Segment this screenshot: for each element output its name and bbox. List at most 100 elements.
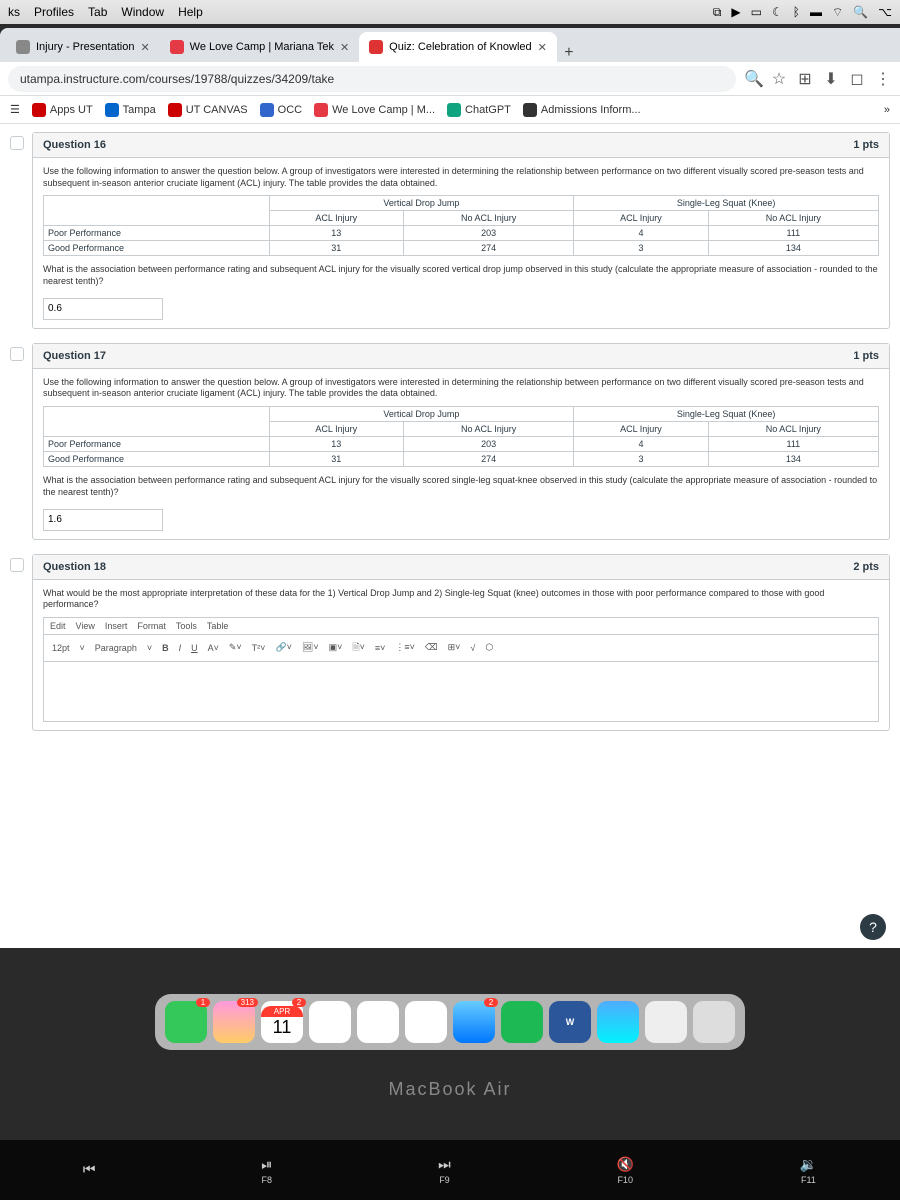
help-button[interactable]: ? — [860, 914, 886, 940]
profile-icon[interactable]: ◻ — [848, 69, 866, 89]
menu-item[interactable]: Profiles — [34, 5, 74, 19]
freeform-app[interactable] — [405, 1001, 447, 1043]
play-icon[interactable]: ▶ — [731, 5, 740, 19]
search-icon[interactable]: 🔍 — [853, 5, 868, 19]
paragraph-select[interactable]: Paragraph — [93, 642, 139, 654]
photos-app[interactable]: 313 — [213, 1001, 255, 1043]
calendar-day: 11 — [273, 1017, 292, 1038]
calendar-app[interactable]: APR 11 2 — [261, 1001, 303, 1043]
battery-icon[interactable]: ▭ — [751, 5, 762, 19]
browser-tab[interactable]: We Love Camp | Mariana Tek ✕ — [160, 32, 360, 62]
italic-button[interactable]: I — [177, 642, 184, 654]
bold-button[interactable]: B — [160, 642, 171, 654]
rce-menu-format[interactable]: Format — [137, 621, 166, 631]
rce-menu-tools[interactable]: Tools — [176, 621, 197, 631]
table-cell: 4 — [574, 437, 708, 452]
bookmark[interactable]: Apps UT — [32, 103, 93, 117]
wifi-icon[interactable]: ⌔ — [832, 5, 843, 20]
word-app[interactable]: W — [549, 1001, 591, 1043]
rce-menu-edit[interactable]: Edit — [50, 621, 66, 631]
notes-app[interactable] — [357, 1001, 399, 1043]
close-icon[interactable]: ✕ — [538, 41, 547, 54]
bookmark-label: Apps UT — [50, 104, 93, 116]
play-pause-key[interactable]: ⏯F8 — [261, 1156, 272, 1185]
close-icon[interactable]: ✕ — [340, 41, 349, 54]
bookmark[interactable]: We Love Camp | M... — [314, 103, 435, 117]
safari-app[interactable]: 2 — [453, 1001, 495, 1043]
reading-list-icon[interactable]: ☰ — [10, 103, 20, 116]
rce-menu-table[interactable]: Table — [207, 621, 229, 631]
close-icon[interactable]: ✕ — [140, 41, 149, 54]
bookmark[interactable]: Admissions Inform... — [523, 103, 641, 117]
bookmark[interactable]: ChatGPT — [447, 103, 511, 117]
highlight-button[interactable]: ✎˅ — [227, 641, 244, 654]
chrome-window: Injury - Presentation ✕ We Love Camp | M… — [0, 28, 900, 948]
question-16: Question 16 1 pts Use the following info… — [32, 132, 890, 329]
font-size-select[interactable]: 12pt — [50, 642, 72, 654]
link-button[interactable]: 🔗˅ — [273, 641, 293, 654]
display-icon[interactable]: ▬ — [810, 5, 822, 19]
volume-down-key[interactable]: 🔉F11 — [800, 1156, 817, 1185]
screen-share-icon[interactable]: ⧉ — [713, 5, 722, 20]
facetime-app[interactable]: 1 — [165, 1001, 207, 1043]
table-header: No ACL Injury — [708, 211, 878, 226]
next-track-key[interactable]: ⏭F9 — [438, 1156, 451, 1185]
bookmarks-bar: ☰ Apps UT Tampa UT CANVAS OCC We Love Ca… — [0, 96, 900, 124]
flag-question-icon[interactable] — [10, 347, 24, 361]
finder-app[interactable] — [645, 1001, 687, 1043]
menu-item[interactable]: Tab — [88, 5, 107, 19]
key-symbol: ⏮ — [83, 1161, 96, 1178]
browser-tab-active[interactable]: Quiz: Celebration of Knowled ✕ — [359, 32, 557, 62]
browser-tab[interactable]: Injury - Presentation ✕ — [6, 32, 160, 62]
mute-key[interactable]: 🔇F10 — [616, 1156, 633, 1185]
clear-format-button[interactable]: ⌫ — [423, 641, 440, 654]
embed-button[interactable]: ⬡ — [483, 641, 495, 654]
table-cell: 13 — [269, 226, 403, 241]
bookmarks-overflow[interactable]: » — [884, 104, 890, 116]
list-button[interactable]: ⋮≡˅ — [393, 641, 417, 654]
flag-question-icon[interactable] — [10, 558, 24, 572]
flag-question-icon[interactable] — [10, 136, 24, 150]
rce-menu-insert[interactable]: Insert — [105, 621, 128, 631]
answer-input[interactable] — [43, 509, 163, 531]
rich-text-editor[interactable] — [43, 662, 879, 722]
moon-icon[interactable]: ☾ — [772, 5, 783, 19]
underline-button[interactable]: U — [189, 642, 200, 654]
spotify-app[interactable] — [501, 1001, 543, 1043]
address-bar[interactable]: utampa.instructure.com/courses/19788/qui… — [8, 66, 736, 92]
search-icon[interactable]: 🔍 — [744, 69, 762, 89]
control-center-icon[interactable]: ⌥ — [878, 5, 892, 19]
rce-menu-view[interactable]: View — [76, 621, 95, 631]
menu-item[interactable]: ks — [8, 5, 20, 19]
indent-button[interactable]: ≡˅ — [373, 642, 388, 654]
table-button[interactable]: ⊞˅ — [446, 641, 463, 654]
trash-icon[interactable] — [693, 1001, 735, 1043]
bluetooth-icon[interactable]: ᛒ — [793, 5, 800, 19]
text-color-button[interactable]: A˅ — [206, 642, 221, 654]
equation-button[interactable]: √ — [468, 642, 477, 654]
bookmark[interactable]: Tampa — [105, 103, 156, 117]
answer-input[interactable] — [43, 298, 163, 320]
extensions-icon[interactable]: ⊞ — [796, 69, 814, 89]
menu-icon[interactable]: ⋮ — [874, 69, 892, 89]
bookmark[interactable]: UT CANVAS — [168, 103, 248, 117]
table-cell: 3 — [574, 452, 708, 467]
menu-item[interactable]: Help — [178, 5, 203, 19]
bookmark-label: UT CANVAS — [186, 104, 248, 116]
new-tab-button[interactable]: + — [557, 44, 581, 62]
table-header: ACL Injury — [269, 422, 403, 437]
bookmark[interactable]: OCC — [260, 103, 302, 117]
table-cell: 134 — [708, 241, 878, 256]
prev-track-key[interactable]: ⏮ — [83, 1161, 96, 1180]
superscript-button[interactable]: T²˅ — [250, 642, 268, 654]
media-button[interactable]: ▣˅ — [327, 641, 345, 654]
question-17: Question 17 1 pts Use the following info… — [32, 343, 890, 540]
reminders-app[interactable] — [309, 1001, 351, 1043]
mail-app[interactable] — [597, 1001, 639, 1043]
document-button[interactable]: 🗎˅ — [350, 639, 367, 657]
question-prompt: What is the association between performa… — [43, 264, 879, 287]
download-icon[interactable]: ⬇ — [822, 69, 840, 89]
star-icon[interactable]: ☆ — [770, 69, 788, 89]
menu-item[interactable]: Window — [121, 5, 164, 19]
image-button[interactable]: 🖼˅ — [300, 641, 321, 654]
